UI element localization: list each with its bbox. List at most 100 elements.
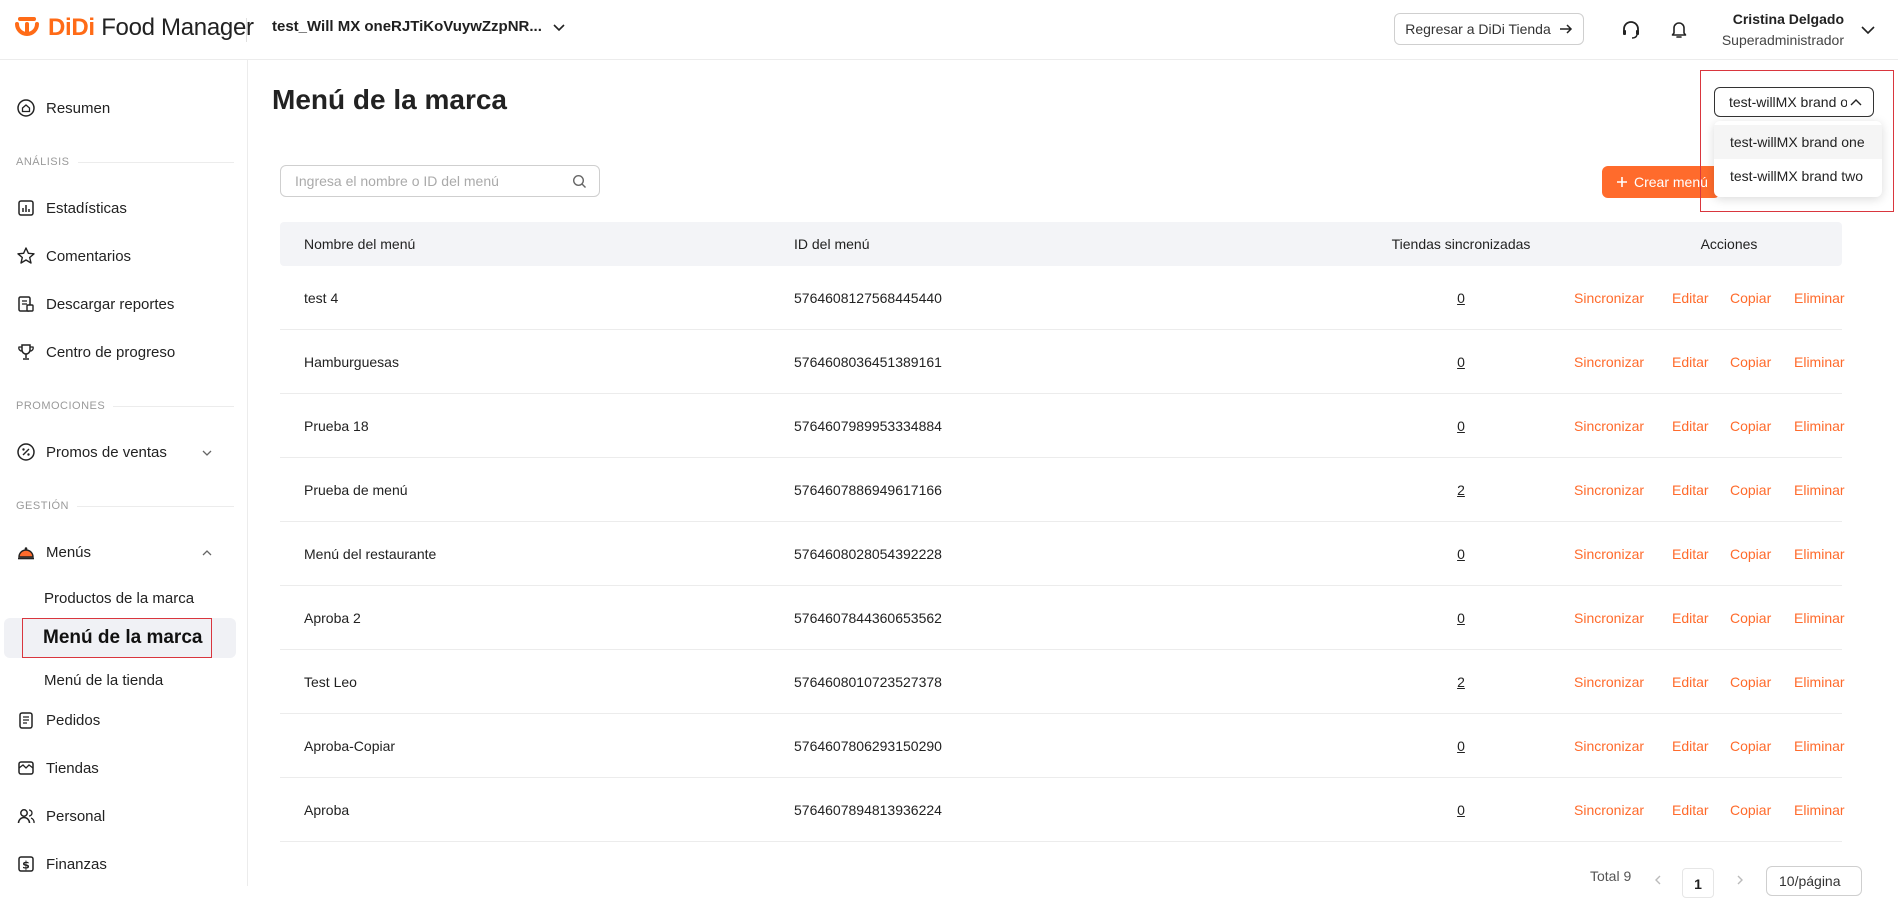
delete-button[interactable]: Eliminar bbox=[1794, 586, 1845, 650]
edit-button[interactable]: Editar bbox=[1672, 522, 1709, 586]
delete-button[interactable]: Eliminar bbox=[1794, 714, 1845, 778]
table-row: Prueba 18 5764607989953334884 0 Sincronizar… bbox=[280, 394, 1845, 458]
store-name: test_Will MX oneRJTiKoVuywZzpNR... bbox=[272, 18, 542, 35]
delete-button[interactable]: Eliminar bbox=[1794, 458, 1845, 522]
sidebar-subitem-menu-marca[interactable]: Menú de la marca bbox=[22, 618, 212, 658]
sync-button[interactable]: Sincronizar bbox=[1574, 394, 1644, 458]
sidebar-item-label: Descargar reportes bbox=[46, 295, 175, 313]
sync-button[interactable]: Sincronizar bbox=[1574, 778, 1644, 842]
chevron-down-icon bbox=[553, 23, 565, 31]
sidebar-subitem-menu-tienda[interactable]: Menú de la tienda bbox=[44, 672, 163, 689]
sidebar-item-resumen[interactable]: Resumen bbox=[16, 98, 110, 118]
chevron-left-icon[interactable] bbox=[1652, 874, 1664, 886]
sidebar-item-promos-ventas[interactable]: Promos de ventas bbox=[16, 442, 167, 462]
synced-stores-link[interactable]: 2 bbox=[1356, 650, 1566, 714]
synced-stores-link[interactable]: 0 bbox=[1356, 778, 1566, 842]
sync-button[interactable]: Sincronizar bbox=[1574, 330, 1644, 394]
copy-button[interactable]: Copiar bbox=[1730, 650, 1771, 714]
back-to-didi-store-button[interactable]: Regresar a DiDi Tienda bbox=[1394, 13, 1584, 45]
sync-button[interactable]: Sincronizar bbox=[1574, 714, 1644, 778]
user-role: Superadministrador bbox=[1721, 32, 1844, 48]
brand-select[interactable]: test-willMX brand one bbox=[1714, 87, 1874, 117]
edit-button[interactable]: Editar bbox=[1672, 778, 1709, 842]
sidebar-item-comentarios[interactable]: Comentarios bbox=[16, 246, 131, 266]
copy-button[interactable]: Copiar bbox=[1730, 522, 1771, 586]
sidebar-item-tiendas[interactable]: Tiendas bbox=[16, 758, 99, 778]
search-icon[interactable] bbox=[572, 174, 587, 189]
synced-stores-link[interactable]: 0 bbox=[1356, 586, 1566, 650]
menu-name-cell: Prueba 18 bbox=[304, 418, 369, 434]
copy-button[interactable]: Copiar bbox=[1730, 458, 1771, 522]
chevron-down-icon[interactable] bbox=[200, 446, 214, 460]
headset-support-icon[interactable] bbox=[1620, 18, 1642, 40]
sidebar-item-label: Resumen bbox=[46, 99, 111, 117]
copy-button[interactable]: Copiar bbox=[1730, 714, 1771, 778]
sidebar-item-centro-progreso[interactable]: Centro de progreso bbox=[16, 342, 175, 362]
store-switcher[interactable]: test_Will MX oneRJTiKoVuywZzpNR... bbox=[272, 18, 566, 35]
table-row: Aproba 5764607894813936224 0 Sincronizar Edi… bbox=[280, 778, 1845, 842]
delete-button[interactable]: Eliminar bbox=[1794, 330, 1845, 394]
pagination-total: Total 9 bbox=[1590, 868, 1632, 884]
edit-button[interactable]: Editar bbox=[1672, 714, 1709, 778]
delete-button[interactable]: Eliminar bbox=[1794, 778, 1845, 842]
edit-button[interactable]: Editar bbox=[1672, 266, 1709, 330]
brand-option[interactable]: test-willMX brand two bbox=[1714, 159, 1882, 193]
table-row: Hamburguesas 5764608036451389161 0 Sincroni… bbox=[280, 330, 1845, 394]
table-row: test 4 5764608127568445440 0 Sincronizar Edi… bbox=[280, 266, 1845, 330]
bell-icon[interactable] bbox=[1668, 18, 1690, 40]
table-row: Aproba-Copiar 5764607806293150290 0 Sincron… bbox=[280, 714, 1845, 778]
delete-button[interactable]: Eliminar bbox=[1794, 522, 1845, 586]
delete-button[interactable]: Eliminar bbox=[1794, 266, 1845, 330]
copy-button[interactable]: Copiar bbox=[1730, 394, 1771, 458]
user-info[interactable]: Cristina Delgado Superadministrador bbox=[1710, 11, 1844, 48]
logo-product: Food Manager bbox=[101, 14, 254, 41]
copy-button[interactable]: Copiar bbox=[1730, 778, 1771, 842]
sidebar-item-label: Menús bbox=[46, 543, 92, 561]
sidebar-item-personal[interactable]: Personal bbox=[16, 806, 105, 826]
cloche-icon bbox=[18, 547, 34, 560]
edit-button[interactable]: Editar bbox=[1672, 650, 1709, 714]
copy-button[interactable]: Copiar bbox=[1730, 266, 1771, 330]
sync-button[interactable]: Sincronizar bbox=[1574, 650, 1644, 714]
edit-button[interactable]: Editar bbox=[1672, 330, 1709, 394]
top-bar: DiDi Food Manager test_Will MX oneRJTiKo… bbox=[0, 0, 1898, 60]
sidebar-subitem-productos-marca[interactable]: Productos de la marca bbox=[44, 590, 194, 607]
search-input[interactable] bbox=[293, 172, 572, 190]
sidebar-item-finanzas[interactable]: $ Finanzas bbox=[16, 854, 107, 874]
column-header: Tiendas sincronizadas bbox=[1391, 236, 1531, 252]
create-menu-button[interactable]: Crear menú bbox=[1602, 166, 1720, 198]
menu-name-cell: Prueba de menú bbox=[304, 482, 408, 498]
sidebar-item-estadisticas[interactable]: Estadísticas bbox=[16, 198, 127, 218]
sidebar-item-descargar-reportes[interactable]: Descargar reportes bbox=[16, 294, 174, 314]
chevron-up-icon[interactable] bbox=[200, 546, 214, 560]
page-number[interactable]: 1 bbox=[1682, 868, 1714, 898]
delete-button[interactable]: Eliminar bbox=[1794, 650, 1845, 714]
sync-button[interactable]: Sincronizar bbox=[1574, 266, 1644, 330]
delete-button[interactable]: Eliminar bbox=[1794, 394, 1845, 458]
brand-select-value: test-willMX brand one bbox=[1729, 94, 1847, 110]
sync-button[interactable]: Sincronizar bbox=[1574, 586, 1644, 650]
sidebar-item-menus[interactable]: Menús bbox=[16, 542, 91, 562]
edit-button[interactable]: Editar bbox=[1672, 586, 1709, 650]
edit-button[interactable]: Editar bbox=[1672, 458, 1709, 522]
search-box bbox=[280, 165, 600, 197]
sync-button[interactable]: Sincronizar bbox=[1574, 522, 1644, 586]
synced-stores-link[interactable]: 0 bbox=[1356, 330, 1566, 394]
sidebar-item-pedidos[interactable]: Pedidos bbox=[16, 710, 100, 730]
synced-stores-link[interactable]: 0 bbox=[1356, 522, 1566, 586]
copy-button[interactable]: Copiar bbox=[1730, 586, 1771, 650]
copy-button[interactable]: Copiar bbox=[1730, 330, 1771, 394]
trophy-icon bbox=[18, 344, 34, 360]
logo[interactable]: DiDi Food Manager bbox=[14, 14, 254, 42]
synced-stores-link[interactable]: 0 bbox=[1356, 266, 1566, 330]
sync-button[interactable]: Sincronizar bbox=[1574, 458, 1644, 522]
chevron-right-icon[interactable] bbox=[1734, 874, 1746, 886]
chevron-down-icon[interactable] bbox=[1860, 22, 1876, 38]
menu-name-cell: test 4 bbox=[304, 290, 339, 306]
page-size-select[interactable]: 10/página bbox=[1766, 866, 1862, 896]
brand-option[interactable]: test-willMX brand one bbox=[1714, 125, 1882, 159]
synced-stores-link[interactable]: 0 bbox=[1356, 394, 1566, 458]
synced-stores-link[interactable]: 0 bbox=[1356, 714, 1566, 778]
synced-stores-link[interactable]: 2 bbox=[1356, 458, 1566, 522]
edit-button[interactable]: Editar bbox=[1672, 394, 1709, 458]
